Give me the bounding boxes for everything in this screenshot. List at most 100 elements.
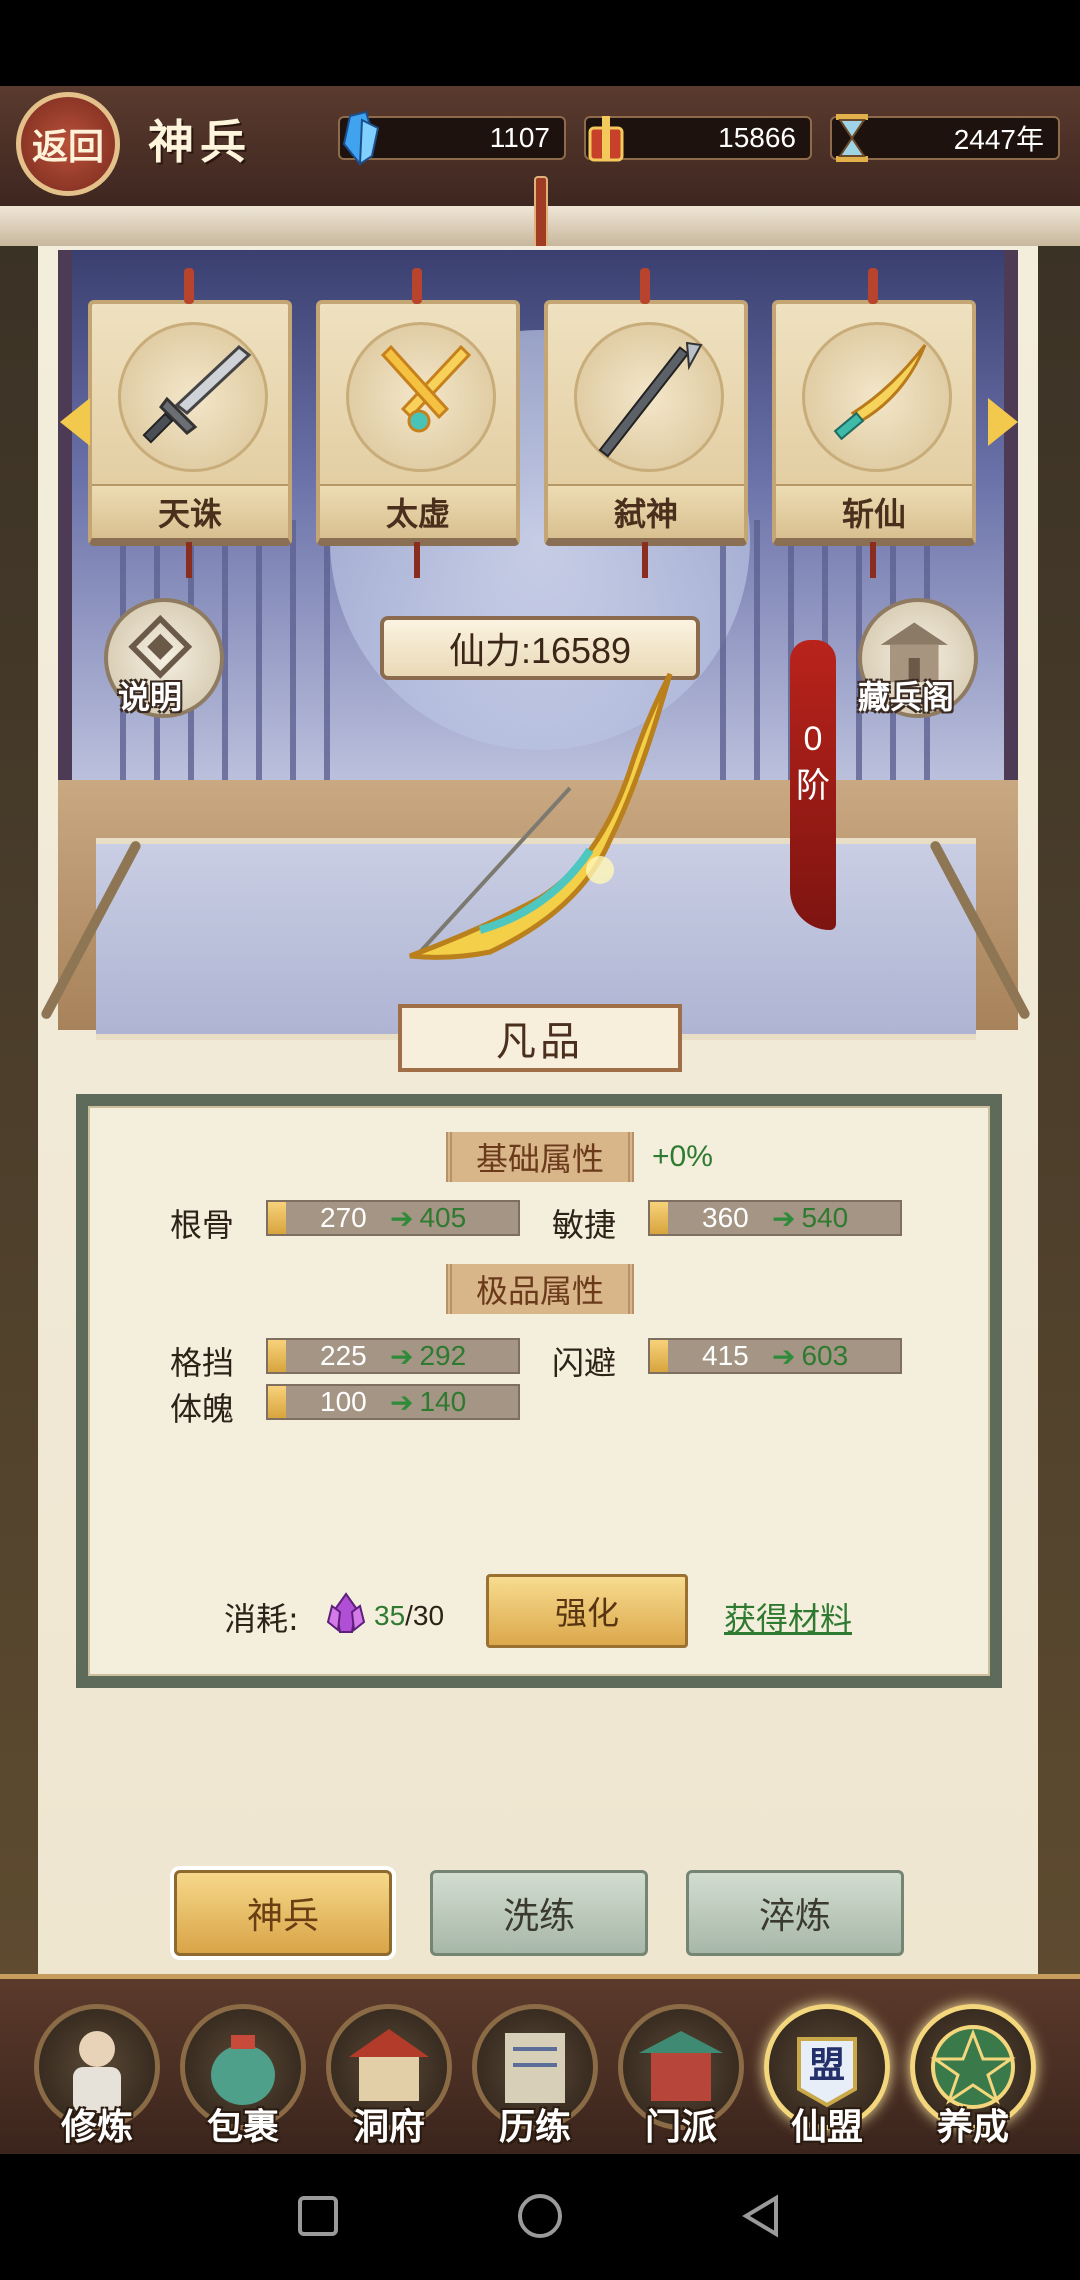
nav-label: 仙盟 [790, 2106, 863, 2148]
card-hook [184, 268, 194, 304]
stat-next: 292 [419, 1340, 467, 1371]
crystal-value: 1107 [489, 122, 550, 153]
back-nav-button[interactable] [740, 2194, 784, 2238]
enhance-button[interactable]: 强化 [486, 1574, 688, 1648]
nav-label: 洞府 [352, 2106, 425, 2148]
nav-label: 包裹 [206, 2106, 279, 2148]
cost-have: 35 [374, 1600, 406, 1631]
back-button[interactable]: 返回 [16, 92, 120, 196]
twin-sword-icon [380, 344, 472, 433]
stat-next: 540 [801, 1202, 849, 1233]
card-tassel [186, 542, 192, 578]
stat-bar: 415 ➔ 603 [648, 1338, 902, 1374]
home-button[interactable] [518, 2194, 562, 2238]
stat-bar-fill [650, 1340, 668, 1372]
nav-label: 历练 [498, 2106, 571, 2148]
weapon-disc [346, 322, 496, 472]
arrow-right-icon: ➔ [772, 1201, 796, 1235]
card-hook [412, 268, 422, 304]
stat-current: 270 [320, 1202, 367, 1233]
crystal-icon [342, 110, 380, 166]
nav-label: 修炼 [60, 2106, 133, 2148]
gift-box-icon [588, 116, 624, 162]
stat-name: 敏捷 [552, 1206, 617, 1244]
tab-refine[interactable]: 洗练 [430, 1870, 648, 1956]
arrow-right-icon: ➔ [390, 1339, 414, 1373]
card-tassel [414, 542, 420, 578]
stage-unit: 阶 [796, 766, 830, 806]
stat-bar: 225 ➔ 292 [266, 1338, 520, 1374]
stat-next: 405 [419, 1202, 467, 1233]
cost-need: /30 [405, 1600, 445, 1631]
tab-temper[interactable]: 淬炼 [686, 1870, 904, 1956]
weapon-name: 太虚 [320, 484, 516, 538]
base-attr-title: 基础属性 [446, 1132, 634, 1182]
nav-label: 门派 [644, 2106, 717, 2148]
card-tassel [870, 542, 876, 578]
extra-attr-title: 极品属性 [446, 1264, 634, 1314]
stat-bar-fill [268, 1340, 286, 1372]
stat-next: 140 [419, 1386, 467, 1417]
armory-label: 藏兵阁 [858, 678, 955, 716]
scene-right-edge [1038, 246, 1080, 1986]
weapon-name: 斩仙 [776, 484, 972, 538]
alliance-badge: 盟 [808, 2044, 845, 2086]
weapon-disc [118, 322, 268, 472]
scene-left-edge [0, 246, 38, 1986]
purple-crystal-icon [326, 1592, 366, 1633]
stat-name: 格挡 [170, 1344, 235, 1382]
arrow-right-icon: ➔ [390, 1385, 414, 1419]
giftbox-value: 15866 [718, 122, 796, 153]
crystal-resource: 1107 [338, 110, 566, 166]
time-resource: 2447年 [830, 114, 1060, 162]
card-hook [868, 268, 878, 304]
stat-current: 225 [320, 1340, 367, 1371]
stat-current: 100 [320, 1386, 367, 1417]
hourglass-icon [836, 114, 868, 162]
spear-icon [598, 341, 703, 458]
stat-name: 闪避 [552, 1344, 617, 1382]
stat-bar-fill [268, 1202, 286, 1234]
tab-weapon[interactable]: 神兵 [174, 1870, 392, 1956]
rail-pin [534, 176, 548, 250]
cost-label: 消耗: [224, 1600, 299, 1638]
giftbox-resource: 15866 [584, 116, 812, 162]
weapon-card-tianzhu[interactable]: 天诛 [88, 268, 292, 578]
stat-bar: 360 ➔ 540 [648, 1200, 902, 1236]
get-material-link[interactable]: 获得材料 [724, 1594, 852, 1640]
stat-next: 603 [801, 1340, 849, 1371]
weapon-card-taixu[interactable]: 太虚 [316, 268, 520, 578]
stage-number: 0 [803, 720, 823, 758]
stat-bar-fill [650, 1202, 668, 1234]
stat-bar: 270 ➔ 405 [266, 1200, 520, 1236]
time-value: 2447年 [953, 124, 1044, 155]
status-bar [0, 0, 1080, 86]
stat-name: 体魄 [170, 1390, 235, 1428]
weapon-card-zhanxian[interactable]: 斩仙 [772, 268, 976, 578]
scroll-left-arrow[interactable] [60, 398, 90, 446]
weapon-card-shishen[interactable]: 弑神 [544, 268, 748, 578]
bow-weapon-art [409, 672, 673, 960]
stat-current: 415 [702, 1340, 749, 1371]
page-title: 神兵 [148, 115, 252, 169]
base-bonus: +0% [652, 1140, 713, 1173]
card-hook [640, 268, 650, 304]
stat-name: 根骨 [170, 1206, 235, 1244]
weapon-disc [574, 322, 724, 472]
stat-bar: 100 ➔ 140 [266, 1384, 520, 1420]
arrow-right-icon: ➔ [772, 1339, 796, 1373]
grade-label: 凡品 [398, 1004, 682, 1072]
weapon-disc [802, 322, 952, 472]
nav-label: 养成 [936, 2106, 1009, 2148]
cost-amount: 35/30 [374, 1600, 444, 1632]
scroll-right-arrow[interactable] [988, 398, 1018, 446]
help-label: 说明 [118, 678, 183, 716]
stat-current: 360 [702, 1202, 749, 1233]
stat-bar-fill [268, 1386, 286, 1418]
weapon-name: 天诛 [92, 484, 288, 538]
arrow-right-icon: ➔ [390, 1201, 414, 1235]
weapon-name: 弑神 [548, 484, 744, 538]
sword-icon [142, 345, 252, 444]
card-tassel [642, 542, 648, 578]
recent-apps-button[interactable] [298, 2196, 338, 2236]
